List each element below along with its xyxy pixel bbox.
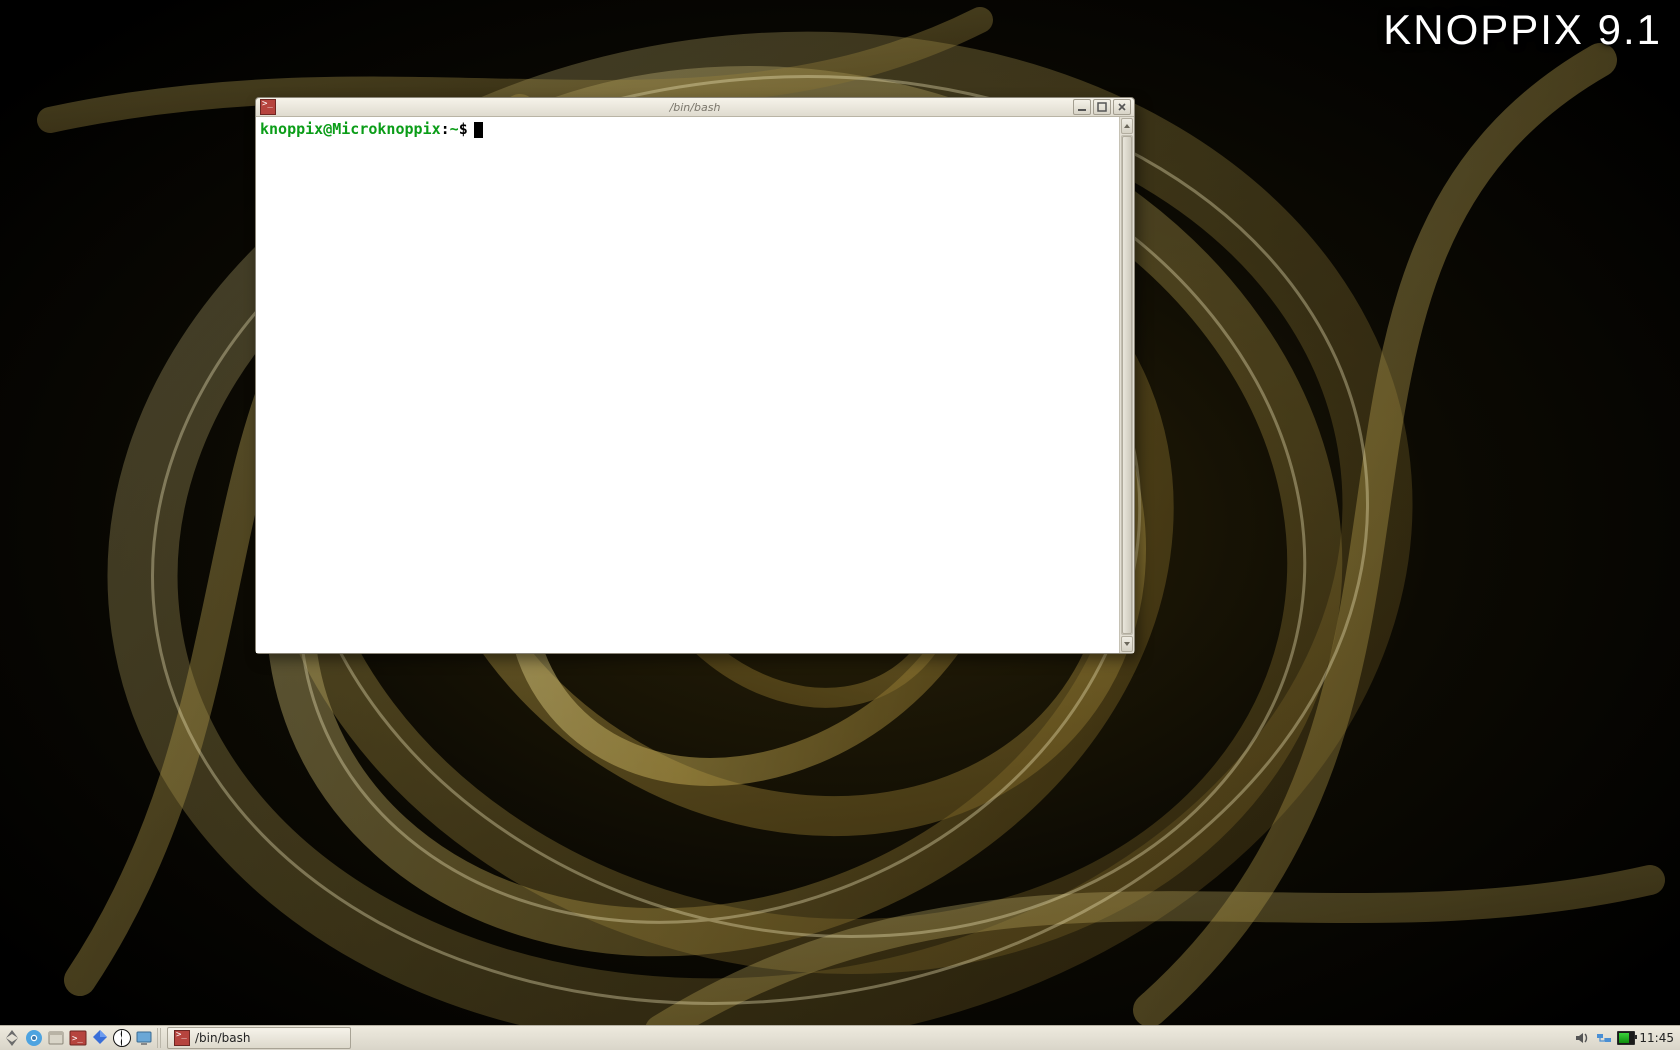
prompt-path: ~ — [450, 120, 459, 138]
taskbar-entry-label: /bin/bash — [195, 1031, 250, 1045]
terminal-cursor — [474, 122, 483, 138]
volume-icon[interactable] — [1573, 1029, 1591, 1047]
chromium-icon[interactable] — [24, 1028, 44, 1048]
terminal-content[interactable]: knoppix@Microknoppix:~$ — [256, 117, 1119, 653]
system-tray: 11:45 — [1573, 1029, 1680, 1047]
scroll-down-button[interactable] — [1121, 636, 1133, 652]
taskbar-entry-terminal[interactable]: /bin/bash — [167, 1027, 351, 1049]
taskbar[interactable]: >_ /bin/bash 11:45 — [0, 1025, 1680, 1050]
app-menu-icon[interactable] — [2, 1028, 22, 1048]
scroll-up-button[interactable] — [1121, 118, 1133, 134]
taskbar-clock[interactable]: 11:45 — [1639, 1031, 1674, 1045]
scroll-track[interactable] — [1121, 135, 1133, 635]
show-desktop-icon[interactable] — [134, 1028, 154, 1048]
terminal-icon — [260, 99, 276, 115]
terminal-icon — [174, 1030, 190, 1046]
terminal-window[interactable]: /bin/bash knoppix@Microknoppix:~$ — [255, 97, 1135, 654]
desktop[interactable]: KNOPPIX 9.1 /bin/bash knoppix@Microknopp… — [0, 0, 1680, 1050]
battery-fill — [1619, 1033, 1629, 1043]
wine-icon[interactable] — [90, 1028, 110, 1048]
scroll-thumb[interactable] — [1122, 136, 1132, 634]
svg-text:>_: >_ — [72, 1034, 83, 1044]
network-manager-icon[interactable] — [1595, 1029, 1613, 1047]
file-manager-icon[interactable] — [46, 1028, 66, 1048]
prompt-user-host: knoppix@Microknoppix — [260, 120, 441, 138]
terminal-scrollbar[interactable] — [1119, 117, 1134, 653]
maximize-button[interactable] — [1093, 99, 1111, 115]
battery-icon[interactable] — [1617, 1029, 1635, 1047]
os-brand-label: KNOPPIX 9.1 — [1383, 6, 1662, 54]
taskbar-separator — [157, 1028, 163, 1048]
accessibility-icon[interactable] — [112, 1028, 132, 1048]
close-button[interactable] — [1113, 99, 1131, 115]
window-title: /bin/bash — [256, 101, 1134, 114]
prompt-sep: : — [441, 120, 450, 138]
terminal-icon[interactable]: >_ — [68, 1028, 88, 1048]
window-titlebar[interactable]: /bin/bash — [256, 98, 1134, 117]
minimize-button[interactable] — [1073, 99, 1091, 115]
prompt-symbol: $ — [459, 120, 468, 138]
